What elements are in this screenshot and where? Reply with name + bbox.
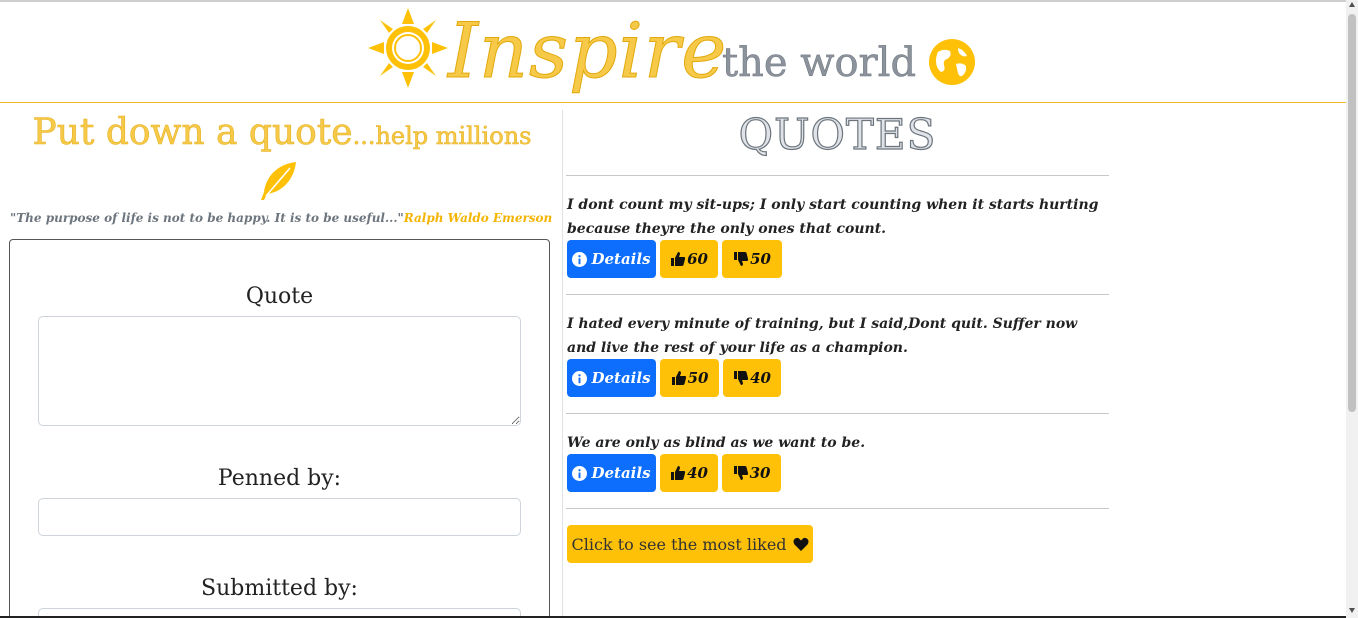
thumbs-up-icon [671, 370, 687, 386]
sun-icon [368, 8, 448, 88]
feather-icon [261, 162, 296, 200]
most-liked-button[interactable]: Click to see the most liked [567, 525, 813, 563]
submitted-by-label: Submitted by: [201, 576, 358, 601]
thumbs-up-icon [670, 465, 686, 481]
divider [566, 175, 1109, 176]
intro-quote: "The purpose of life is not to be happy.… [10, 211, 552, 225]
info-icon [572, 251, 588, 267]
scroll-down-icon[interactable] [1349, 608, 1355, 613]
dislike-button[interactable]: 50 [722, 240, 782, 278]
quotes-title: QUOTES [738, 109, 937, 159]
divider [566, 413, 1109, 414]
dislike-count: 40 [750, 369, 771, 387]
details-label: Details [591, 369, 651, 387]
like-button[interactable]: 40 [660, 454, 718, 492]
quote-textarea[interactable] [38, 316, 521, 426]
like-button[interactable]: 60 [660, 240, 718, 278]
quote-label: Quote [245, 284, 314, 309]
scroll-up-icon[interactable] [1349, 2, 1355, 7]
like-count: 60 [687, 250, 708, 268]
dislike-count: 30 [749, 464, 771, 482]
brand-title: Inspire [447, 6, 728, 96]
penned-by-label: Penned by: [217, 466, 342, 491]
heart-icon [793, 537, 809, 552]
heading-main: Put down a quote [32, 112, 353, 154]
quote-text: We are only as blind as we want to be. [567, 435, 866, 451]
details-label: Details [591, 250, 651, 268]
details-button[interactable]: Details [567, 240, 656, 278]
quote-text: I dont count my sit-ups; I only start co… [567, 197, 1099, 237]
scrollbar-thumb[interactable] [1348, 14, 1356, 412]
left-heading: Put down a quote...help millions [22, 112, 542, 154]
heading-sub: ...help millions [352, 122, 532, 151]
quote-form: Quote Penned by: Submitted by: [9, 239, 550, 618]
like-button[interactable]: 50 [660, 359, 719, 397]
details-button[interactable]: Details [567, 454, 656, 492]
dislike-count: 50 [750, 250, 771, 268]
column-divider [562, 110, 563, 618]
details-label: Details [591, 464, 651, 482]
thumbs-down-icon [733, 251, 749, 267]
details-button[interactable]: Details [567, 359, 656, 397]
thumbs-down-icon [733, 370, 749, 386]
most-liked-label: Click to see the most liked [571, 534, 787, 554]
dislike-button[interactable]: 30 [722, 454, 781, 492]
like-count: 50 [687, 369, 709, 387]
info-icon [572, 370, 588, 386]
divider [566, 508, 1109, 509]
intro-quote-author: Ralph Waldo Emerson [403, 211, 553, 225]
intro-quote-text: "The purpose of life is not to be happy.… [10, 211, 404, 225]
like-count: 40 [687, 464, 708, 482]
globe-icon [929, 39, 975, 85]
site-header: Inspire the world [0, 2, 1346, 103]
info-icon [572, 465, 588, 481]
dislike-button[interactable]: 40 [723, 359, 781, 397]
penned-by-input[interactable] [38, 498, 521, 536]
thumbs-down-icon [733, 465, 749, 481]
brand-tagline: the world [722, 40, 917, 87]
divider [566, 294, 1109, 295]
quote-text: I hated every minute of training, but I … [567, 316, 1078, 356]
thumbs-up-icon [670, 251, 686, 267]
